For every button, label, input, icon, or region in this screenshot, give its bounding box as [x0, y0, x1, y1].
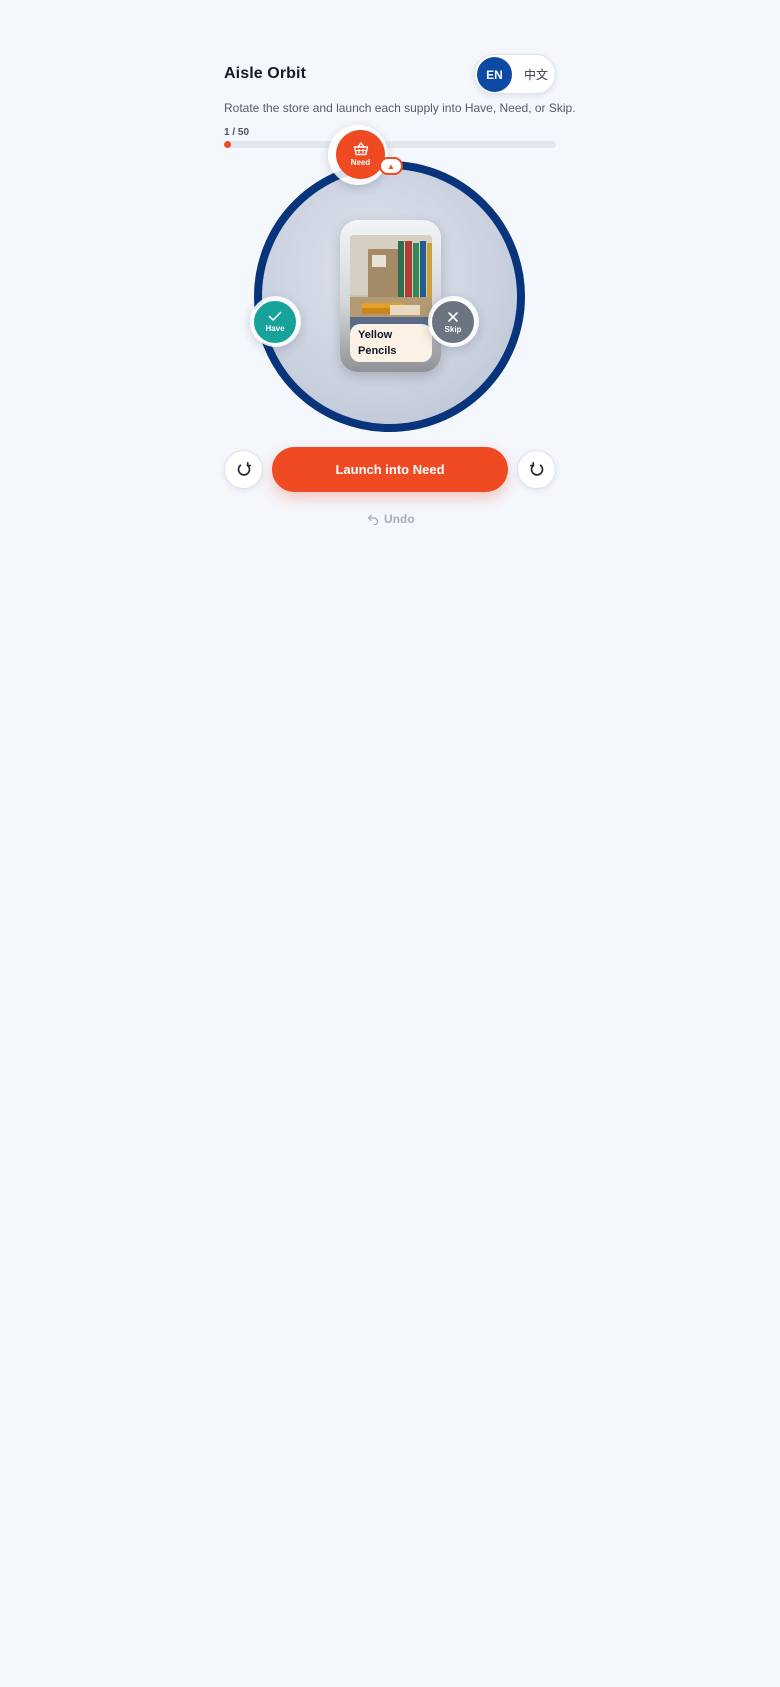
app-title: Aisle Orbit	[224, 65, 307, 82]
basket-icon	[353, 142, 368, 156]
need-bin[interactable]: Need	[336, 130, 385, 179]
have-bin[interactable]: Have	[252, 299, 298, 345]
instructions-text: Rotate the store and launch each supply …	[224, 101, 576, 115]
rotate-left-button[interactable]	[224, 450, 263, 489]
undo-icon	[367, 514, 379, 525]
check-icon	[268, 311, 282, 321]
need-label: Need	[350, 158, 371, 167]
undo-label: Undo	[384, 512, 415, 526]
launch-button[interactable]: Launch into Need	[272, 447, 508, 492]
orbit-pointer: ▲	[379, 157, 403, 175]
header: Aisle Orbit EN 中文	[224, 54, 556, 94]
have-label: Have	[265, 324, 285, 333]
progress-bar	[224, 141, 556, 148]
supply-name: Yellow Pencils	[350, 324, 432, 362]
progress-bar-fill	[224, 141, 231, 148]
close-icon	[448, 311, 458, 322]
lang-option-en[interactable]: EN	[477, 57, 512, 92]
rotate-cw-icon	[529, 461, 543, 476]
undo-button[interactable]: Undo	[367, 511, 415, 527]
language-toggle[interactable]: EN 中文	[474, 54, 556, 94]
rotate-ccw-icon	[237, 461, 251, 476]
supply-card[interactable]: Yellow Pencils	[340, 220, 441, 372]
skip-label: Skip	[444, 324, 462, 334]
lang-option-zh[interactable]: 中文	[519, 57, 553, 92]
skip-bin[interactable]: Skip	[430, 299, 476, 345]
progress-counter: 1 / 50	[224, 127, 250, 138]
rotate-right-button[interactable]	[517, 450, 556, 489]
app: Aisle Orbit EN 中文 Rotate the store and l…	[224, 0, 576, 1687]
